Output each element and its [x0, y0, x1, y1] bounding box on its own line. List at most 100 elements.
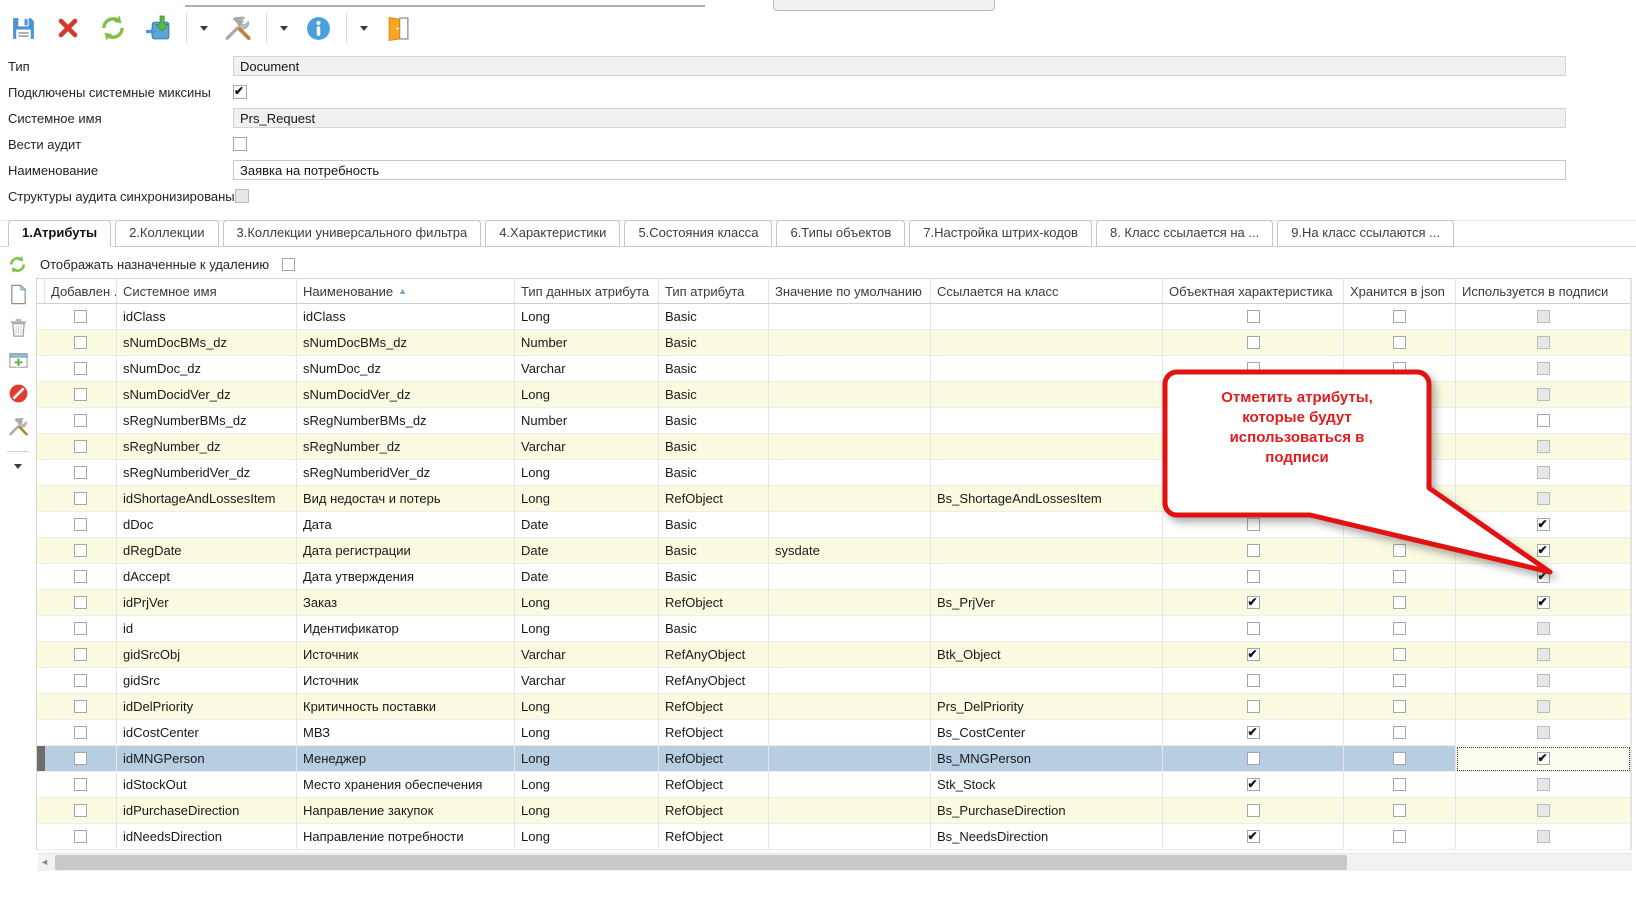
added-checkbox[interactable] [74, 466, 87, 479]
added-checkbox[interactable] [74, 752, 87, 765]
added-checkbox[interactable] [74, 726, 87, 739]
header-added[interactable]: Добавлен ... [45, 279, 117, 304]
object-characteristic-checkbox[interactable] [1247, 674, 1260, 687]
object-characteristic-checkbox[interactable] [1247, 518, 1260, 531]
stored-in-json-checkbox[interactable] [1393, 752, 1406, 765]
added-checkbox[interactable] [74, 414, 87, 427]
table-row[interactable]: idNeedsDirection Направление потребности… [37, 824, 1631, 850]
save-button[interactable] [6, 10, 40, 46]
tab-collections[interactable]: 2.Коллекции [115, 220, 218, 247]
stored-in-json-checkbox[interactable] [1393, 310, 1406, 323]
table-row[interactable]: idPurchaseDirection Направление закупок … [37, 798, 1631, 824]
stored-in-json-checkbox[interactable] [1393, 830, 1406, 843]
added-checkbox[interactable] [74, 362, 87, 375]
stored-in-json-checkbox[interactable] [1393, 674, 1406, 687]
used-in-signature-checkbox[interactable] [1537, 570, 1550, 583]
added-checkbox[interactable] [74, 804, 87, 817]
header-name[interactable]: Наименование▲ [297, 279, 515, 304]
mixins-checkbox[interactable] [233, 85, 247, 99]
header-data-type[interactable]: Тип данных атрибута [515, 279, 659, 304]
tab-barcode-settings[interactable]: 7.Настройка штрих-кодов [909, 220, 1092, 247]
used-in-signature-checkbox[interactable] [1537, 596, 1550, 609]
object-characteristic-checkbox[interactable] [1247, 804, 1260, 817]
object-characteristic-checkbox[interactable] [1247, 388, 1260, 401]
object-characteristic-checkbox[interactable] [1247, 336, 1260, 349]
object-characteristic-checkbox[interactable] [1247, 544, 1260, 557]
table-row[interactable]: id Идентификатор Long Basic [37, 616, 1631, 642]
new-document-icon[interactable] [8, 284, 29, 305]
table-row[interactable]: sNumDoc_dz sNumDoc_dz Varchar Basic [37, 356, 1631, 382]
stored-in-json-checkbox[interactable] [1393, 622, 1406, 635]
info-button[interactable] [301, 10, 335, 46]
delete-icon[interactable] [8, 317, 29, 338]
tab-universal-filter-collections[interactable]: 3.Коллекции универсального фильтра [223, 220, 482, 247]
object-characteristic-checkbox[interactable] [1247, 778, 1260, 791]
refresh-button[interactable] [96, 10, 130, 46]
tab-referenced-by[interactable]: 9.На класс ссылаются ... [1277, 220, 1454, 247]
used-in-signature-checkbox[interactable] [1537, 518, 1550, 531]
stored-in-json-checkbox[interactable] [1393, 414, 1406, 427]
table-row[interactable]: idDelPriority Критичность поставки Long … [37, 694, 1631, 720]
system-name-field[interactable]: Prs_Request [233, 108, 1566, 128]
added-checkbox[interactable] [74, 544, 87, 557]
exit-button[interactable] [381, 10, 415, 46]
table-row[interactable]: sRegNumber_dz sRegNumber_dz Varchar Basi… [37, 434, 1631, 460]
table-row[interactable]: sNumDocBMs_dz sNumDocBMs_dz Number Basic [37, 330, 1631, 356]
header-ref-class[interactable]: Ссылается на класс [931, 279, 1163, 304]
stored-in-json-checkbox[interactable] [1393, 466, 1406, 479]
stored-in-json-checkbox[interactable] [1393, 804, 1406, 817]
tools-dropdown-caret[interactable] [278, 10, 290, 46]
tools-button[interactable] [221, 10, 255, 46]
header-used-in-signature[interactable]: Используется в подписи [1456, 279, 1631, 304]
stored-in-json-checkbox[interactable] [1393, 596, 1406, 609]
object-characteristic-checkbox[interactable] [1247, 310, 1260, 323]
scroll-left-arrow-icon[interactable]: ◄ [40, 857, 49, 867]
tab-object-types[interactable]: 6.Типы объектов [776, 220, 905, 247]
object-characteristic-checkbox[interactable] [1247, 700, 1260, 713]
stored-in-json-checkbox[interactable] [1393, 778, 1406, 791]
object-characteristic-checkbox[interactable] [1247, 414, 1260, 427]
block-icon[interactable] [8, 383, 29, 404]
object-characteristic-checkbox[interactable] [1247, 830, 1260, 843]
added-checkbox[interactable] [74, 674, 87, 687]
table-row[interactable]: idMNGPerson Менеджер Long RefObject Bs_M… [37, 746, 1631, 772]
used-in-signature-checkbox[interactable] [1537, 414, 1550, 427]
object-characteristic-checkbox[interactable] [1247, 570, 1260, 583]
added-checkbox[interactable] [74, 518, 87, 531]
scrollbar-thumb[interactable] [55, 855, 1347, 870]
tab-characteristics[interactable]: 4.Характеристики [485, 220, 620, 247]
import-dropdown-caret[interactable] [198, 10, 210, 46]
cancel-button[interactable] [51, 10, 85, 46]
added-checkbox[interactable] [74, 570, 87, 583]
stored-in-json-checkbox[interactable] [1393, 336, 1406, 349]
object-characteristic-checkbox[interactable] [1247, 622, 1260, 635]
table-row[interactable]: idClass idClass Long Basic [37, 304, 1631, 330]
show-deleted-checkbox[interactable] [282, 258, 295, 271]
added-checkbox[interactable] [74, 700, 87, 713]
table-row[interactable]: sRegNumberidVer_dz sRegNumberidVer_dz Lo… [37, 460, 1631, 486]
header-stored-in-json[interactable]: Хранится в json [1344, 279, 1456, 304]
header-attr-type[interactable]: Тип атрибута [659, 279, 769, 304]
import-button[interactable] [141, 10, 175, 46]
stored-in-json-checkbox[interactable] [1393, 700, 1406, 713]
added-checkbox[interactable] [74, 778, 87, 791]
added-checkbox[interactable] [74, 388, 87, 401]
added-checkbox[interactable] [74, 492, 87, 505]
type-field[interactable]: Document [233, 56, 1566, 76]
table-row[interactable]: dDoc Дата Date Basic [37, 512, 1631, 538]
stored-in-json-checkbox[interactable] [1393, 570, 1406, 583]
added-checkbox[interactable] [74, 336, 87, 349]
table-row[interactable]: idCostCenter МВЗ Long RefObject Bs_CostC… [37, 720, 1631, 746]
used-in-signature-checkbox[interactable] [1537, 752, 1550, 765]
added-checkbox[interactable] [74, 596, 87, 609]
added-checkbox[interactable] [74, 830, 87, 843]
table-row[interactable]: idStockOut Место хранения обеспечения Lo… [37, 772, 1631, 798]
added-checkbox[interactable] [74, 648, 87, 661]
info-dropdown-caret[interactable] [358, 10, 370, 46]
stored-in-json-checkbox[interactable] [1393, 388, 1406, 401]
used-in-signature-checkbox[interactable] [1537, 544, 1550, 557]
tab-class-states[interactable]: 5.Состояния класса [624, 220, 772, 247]
object-characteristic-checkbox[interactable] [1247, 596, 1260, 609]
audit-checkbox[interactable] [233, 137, 247, 151]
table-row[interactable]: gidSrcObj Источник Varchar RefAnyObject … [37, 642, 1631, 668]
